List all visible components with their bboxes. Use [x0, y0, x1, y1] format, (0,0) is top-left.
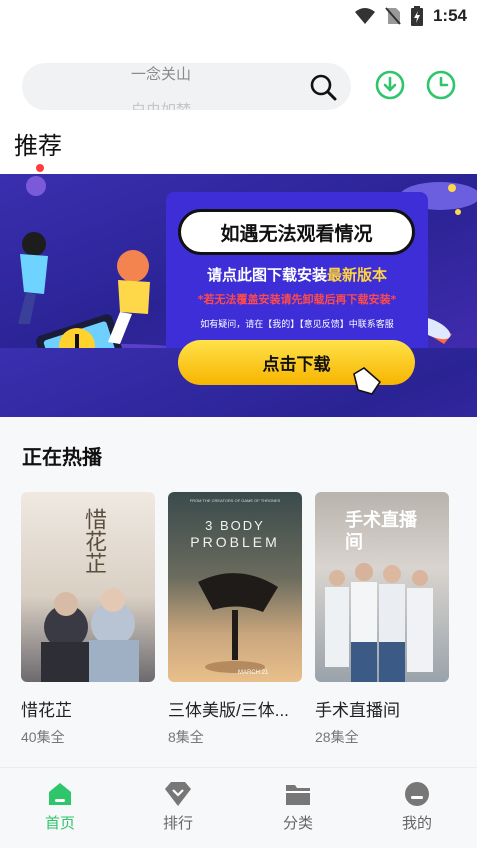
download-icon	[375, 70, 405, 100]
wifi-icon	[354, 8, 375, 24]
status-icons: 1:54	[354, 6, 467, 26]
drama-title: 惜花芷	[21, 701, 72, 720]
history-button[interactable]	[426, 70, 456, 100]
nav-item-home[interactable]: 首页	[20, 780, 100, 833]
banner-line2: *若无法覆盖安装请先卸载后再下载安装*	[197, 293, 397, 306]
ranking-icon	[165, 782, 191, 806]
poster-tagline: FROM THE CREATORS OF GAME OF THRONES	[189, 498, 281, 503]
poster-date: MARCH 21	[238, 670, 269, 676]
episode-count: 40集全	[21, 729, 65, 745]
poster-image[interactable]: 惜花芷	[21, 492, 155, 682]
nav-item-category[interactable]: 分类	[258, 780, 338, 833]
nav-label: 首页	[44, 815, 75, 832]
folder-icon	[286, 785, 310, 805]
poster-title-text: 惜花芷	[81, 508, 106, 574]
drama-card[interactable]: 惜花芷 惜花芷 40集全	[21, 492, 155, 747]
banner-content: 如遇无法观看情况 请点此图下载安装最新版本 *若无法覆盖安装请先卸载后再下载安装…	[0, 174, 477, 417]
home-icon	[49, 783, 71, 805]
episode-count: 28集全	[315, 729, 359, 745]
profile-icon	[405, 782, 429, 806]
poster-image[interactable]: FROM THE CREATORS OF GAME OF THRONES 3 B…	[168, 492, 302, 682]
nav-item-mine[interactable]: 我的	[377, 780, 457, 833]
drama-title: 三体美版/三体...	[168, 701, 289, 720]
bottom-nav: 首页 排行 分类 我的	[0, 767, 477, 848]
nav-label: 我的	[401, 815, 432, 832]
tab-indicator-dot	[36, 164, 44, 172]
hot-section-title: 正在热播	[22, 447, 102, 469]
banner-line1-highlight: 最新版本	[327, 266, 388, 284]
poster-image[interactable]: 手术直播间	[315, 492, 449, 682]
nav-label: 分类	[282, 815, 313, 832]
banner-title: 如遇无法观看情况	[178, 209, 415, 255]
drama-card[interactable]: FROM THE CREATORS OF GAME OF THRONES 3 B…	[168, 492, 302, 747]
hand-cursor-icon	[353, 367, 382, 395]
drama-title: 手术直播间	[315, 701, 400, 720]
tab-recommend[interactable]: 推荐	[14, 126, 62, 161]
banner-line3: 如有疑问，请在【我的】【意见反馈】中联系客服	[200, 320, 394, 330]
drama-card[interactable]: 手术直播间 手术直播间 28集全	[315, 492, 449, 747]
poster-title-bottom: PROBLEM	[190, 534, 280, 550]
episode-count: 8集全	[168, 729, 204, 745]
search-icon[interactable]	[309, 73, 337, 105]
banner-line1: 请点此图下载安装最新版本	[166, 264, 428, 285]
download-button[interactable]	[375, 70, 405, 100]
status-bar: 1:54	[0, 0, 477, 34]
nav-item-ranking[interactable]: 排行	[138, 780, 218, 833]
banner-line1-prefix: 请点此图下载安装	[206, 266, 327, 284]
status-time: 1:54	[432, 6, 467, 25]
poster-title-top: 3 BODY	[205, 518, 265, 533]
clock-icon	[426, 70, 456, 100]
poster-title-text: 手术直播间	[345, 510, 417, 553]
search-hint-next: 白虫如梦	[131, 99, 191, 110]
nav-label: 排行	[162, 815, 193, 832]
no-sim-icon	[385, 7, 401, 25]
search-hint-current: 一念关山	[131, 66, 192, 83]
battery-icon	[410, 6, 423, 26]
search-bar[interactable]: 一念关山 白虫如梦	[22, 63, 351, 110]
